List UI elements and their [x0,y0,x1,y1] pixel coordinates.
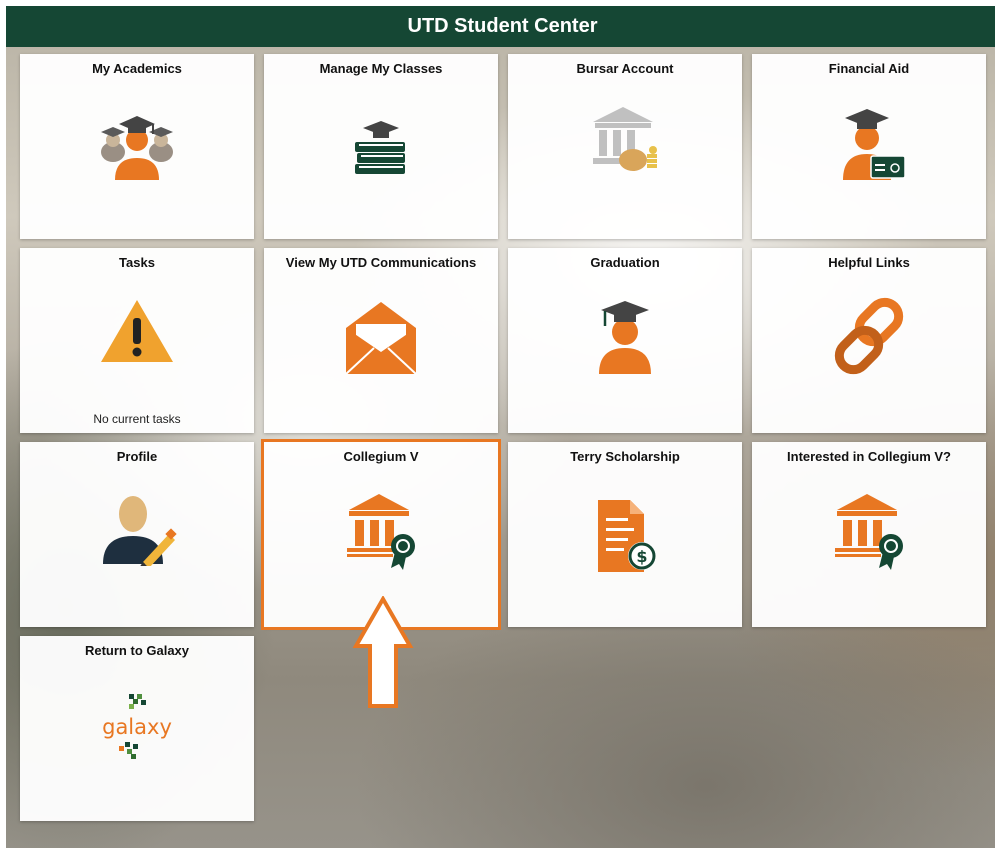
tile-title: Tasks [119,255,155,270]
tile-tasks[interactable]: Tasks No current tasks [20,248,254,433]
page-title: UTD Student Center [6,6,995,47]
profile-edit-icon [97,490,177,571]
tile-bursar-account[interactable]: Bursar Account [508,54,742,239]
tile-title: Interested in Collegium V? [787,449,951,464]
tile-terry-scholarship[interactable]: Terry Scholarship $ [508,442,742,627]
tile-title: Profile [116,449,158,464]
svg-text:$: $ [636,547,647,566]
tile-return-to-galaxy[interactable]: Return to Galaxy galaxy [20,636,254,821]
tile-interested-in-collegium-v[interactable]: Interested in Collegium V? [752,442,986,627]
tile-title: My Academics [92,61,182,76]
tile-graduation[interactable]: Graduation [508,248,742,433]
tile-title: Graduation [590,255,660,270]
tile-title: Financial Aid [828,61,910,76]
tile-title: Bursar Account [576,61,674,76]
svg-text:galaxy: galaxy [102,715,172,739]
tile-profile[interactable]: Profile [20,442,254,627]
envelope-icon [344,300,418,381]
warning-icon [97,296,177,371]
tile-financial-aid[interactable]: Financial Aid [752,54,986,239]
tile-title: View My UTD Communications [285,255,477,270]
up-arrow-annotation [352,594,414,715]
tile-title: Collegium V [343,449,419,464]
chain-link-icon [829,296,909,381]
document-dollar-icon: $ [590,496,660,581]
galaxy-logo-icon: galaxy [97,692,177,771]
tile-my-academics[interactable]: My Academics [20,54,254,239]
graduates-group-icon [97,102,177,187]
tasks-status-text: No current tasks [93,412,181,426]
institution-badge-icon [831,490,907,575]
tile-title: Helpful Links [828,255,910,270]
graduate-icon [587,296,663,381]
bank-money-icon [587,102,663,183]
tile-manage-my-classes[interactable]: Manage My Classes [264,54,498,239]
graduate-card-icon [831,102,907,187]
tile-title: Terry Scholarship [570,449,680,464]
tile-helpful-links[interactable]: Helpful Links [752,248,986,433]
tile-title: Manage My Classes [319,61,443,76]
tile-title: Return to Galaxy [84,643,190,658]
tile-view-my-utd-communications[interactable]: View My UTD Communications [264,248,498,433]
books-cap-icon [349,116,413,185]
institution-badge-icon [343,490,419,575]
